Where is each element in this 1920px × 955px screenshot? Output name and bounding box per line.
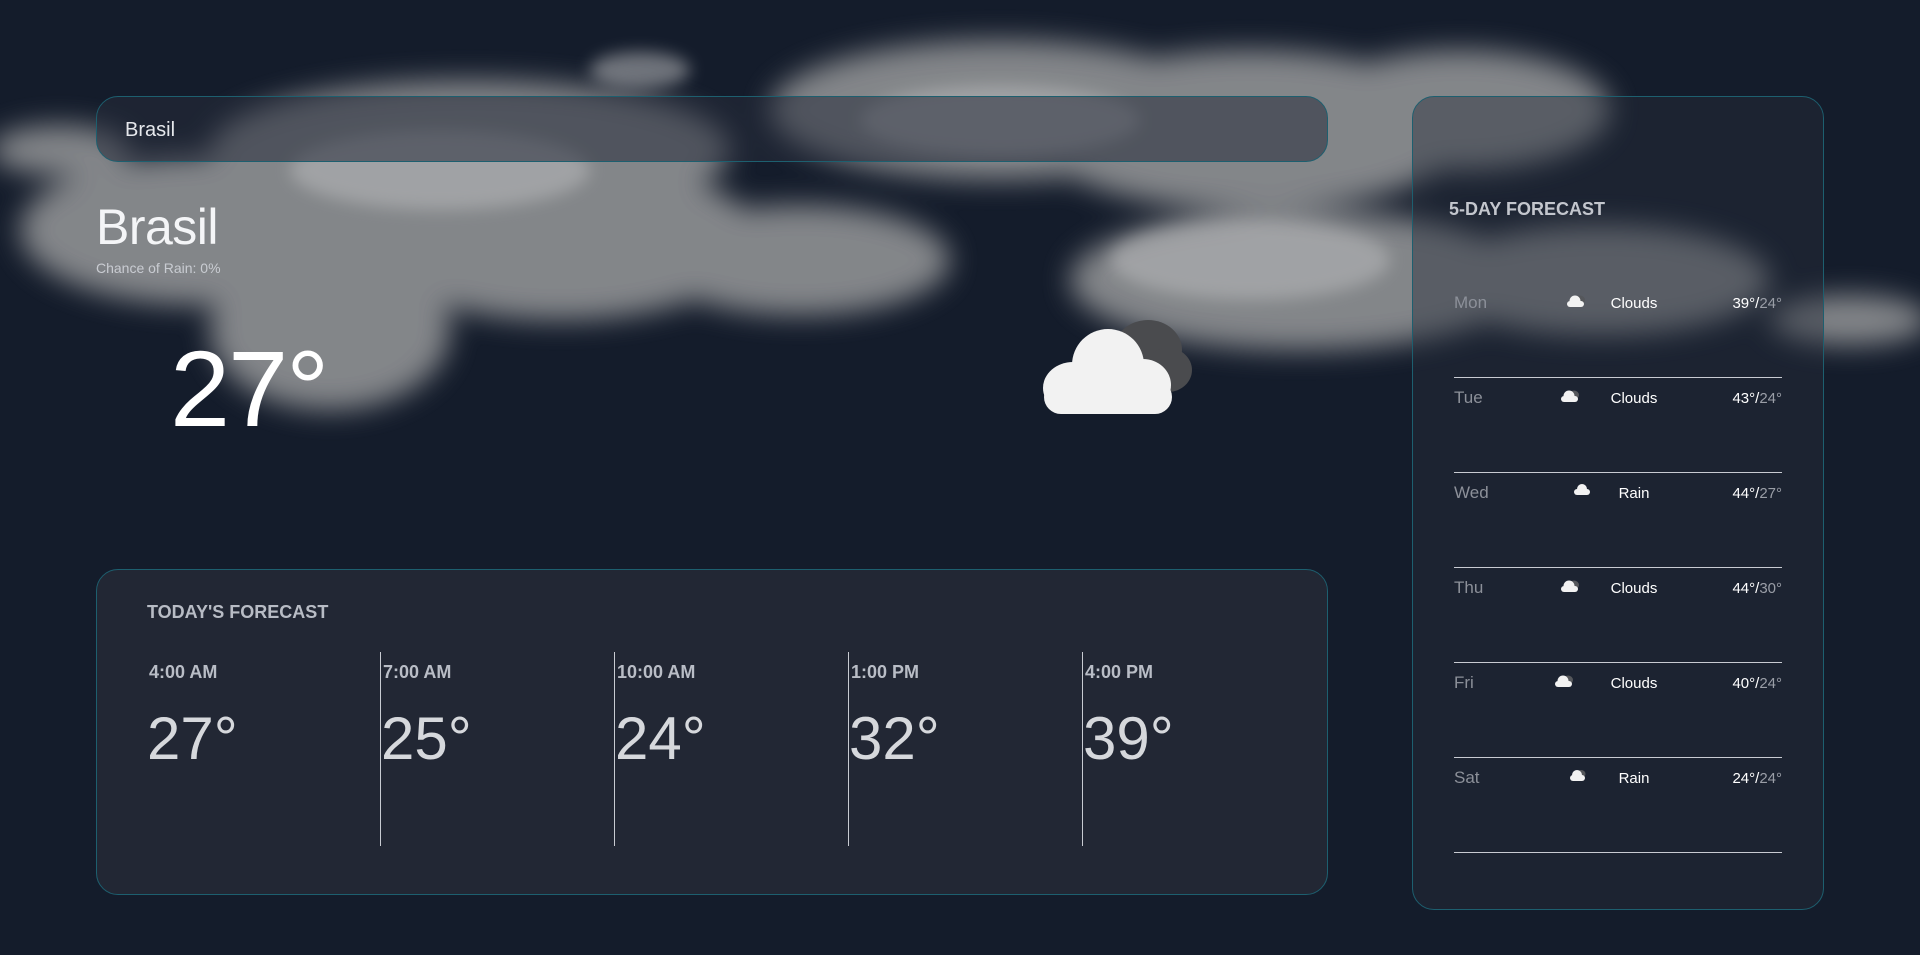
- hour-temperature: 27°: [147, 705, 238, 772]
- five-day-forecast-title: 5-DAY FORECAST: [1449, 199, 1606, 219]
- day-temperatures: 40°/24°: [1732, 675, 1782, 692]
- hour-temperature: 39°: [1083, 705, 1174, 772]
- day-condition: Rain: [1618, 485, 1650, 502]
- divider: [1454, 852, 1782, 853]
- daily-forecast-row: Sat Rain 24°/24°: [1454, 758, 1782, 853]
- rain-chance-value: 0%: [200, 260, 221, 276]
- day-temperatures: 44°/30°: [1732, 580, 1782, 597]
- todays-forecast-panel: TODAY'S FORECAST 4:00 AM 27° 7:00 AM 25°…: [96, 569, 1328, 895]
- rain-chance-label: Chance of Rain:: [96, 260, 197, 276]
- hourly-forecast-item: 1:00 PM 32°: [849, 652, 1083, 846]
- day-temperatures: 43°/24°: [1732, 390, 1782, 407]
- city-name: Brasil: [96, 199, 219, 255]
- rain-chance: Chance of Rain: 0%: [96, 260, 221, 276]
- hour-time: 10:00 AM: [617, 662, 696, 682]
- day-low: 24°: [1759, 390, 1782, 407]
- day-temperatures: 44°/27°: [1732, 485, 1782, 502]
- daily-forecast-row: Fri Clouds 40°/24°: [1454, 663, 1782, 758]
- todays-forecast-title: TODAY'S FORECAST: [147, 602, 329, 622]
- day-high: 43°: [1732, 390, 1756, 407]
- daily-forecast-row: Wed Rain 44°/27°: [1454, 473, 1782, 568]
- day-low: 24°: [1759, 675, 1782, 692]
- day-high: 24°: [1732, 770, 1756, 787]
- daily-forecast-row: Thu Clouds 44°/30°: [1454, 568, 1782, 663]
- hourly-forecast-item: 4:00 PM 39°: [1083, 652, 1317, 846]
- day-low: 27°: [1759, 485, 1782, 502]
- hour-temperature: 24°: [615, 705, 706, 772]
- hourly-forecast-item: 10:00 AM 24°: [615, 652, 849, 846]
- hour-time: 4:00 AM: [149, 662, 218, 682]
- cloud-icon: [1561, 580, 1579, 592]
- hourly-forecast-item: 4:00 AM 27°: [147, 652, 381, 846]
- day-low: 24°: [1759, 770, 1782, 787]
- day-low: 24°: [1759, 295, 1782, 312]
- day-low: 30°: [1759, 580, 1782, 597]
- daily-forecast-row: Tue Clouds 43°/24°: [1454, 378, 1782, 473]
- day-condition: Clouds: [1610, 390, 1658, 407]
- day-name: Sat: [1454, 768, 1480, 787]
- day-condition: Clouds: [1610, 675, 1658, 692]
- hour-temperature: 25°: [381, 705, 472, 772]
- cloud-icon: [1555, 675, 1573, 687]
- search-input[interactable]: [123, 97, 1307, 163]
- cloud-icon: [1561, 390, 1579, 402]
- five-day-forecast-panel: 5-DAY FORECAST Mon Clouds 39°/24° Tue Cl…: [1412, 96, 1824, 910]
- current-temperature: 27°: [170, 328, 329, 449]
- day-temperatures: 24°/24°: [1732, 770, 1782, 787]
- day-temperatures: 39°/24°: [1732, 295, 1782, 312]
- day-condition: Rain: [1618, 770, 1650, 787]
- day-name: Wed: [1454, 483, 1489, 502]
- hour-time: 1:00 PM: [851, 662, 920, 682]
- day-condition: Clouds: [1610, 580, 1658, 597]
- hour-time: 4:00 PM: [1085, 662, 1154, 682]
- hour-time: 7:00 AM: [383, 662, 452, 682]
- day-condition: Clouds: [1610, 295, 1658, 312]
- day-high: 39°: [1732, 295, 1756, 312]
- day-name: Tue: [1454, 388, 1483, 407]
- hourly-forecast-item: 7:00 AM 25°: [381, 652, 615, 846]
- day-name: Mon: [1454, 293, 1488, 312]
- hour-temperature: 32°: [849, 705, 940, 772]
- day-high: 44°: [1732, 485, 1756, 502]
- day-name: Fri: [1454, 673, 1474, 692]
- day-name: Thu: [1454, 578, 1484, 597]
- cloud-icon: [1043, 320, 1192, 414]
- day-high: 40°: [1732, 675, 1756, 692]
- daily-forecast-row: Mon Clouds 39°/24°: [1454, 283, 1782, 378]
- day-high: 44°: [1732, 580, 1756, 597]
- search-bar[interactable]: [96, 96, 1328, 163]
